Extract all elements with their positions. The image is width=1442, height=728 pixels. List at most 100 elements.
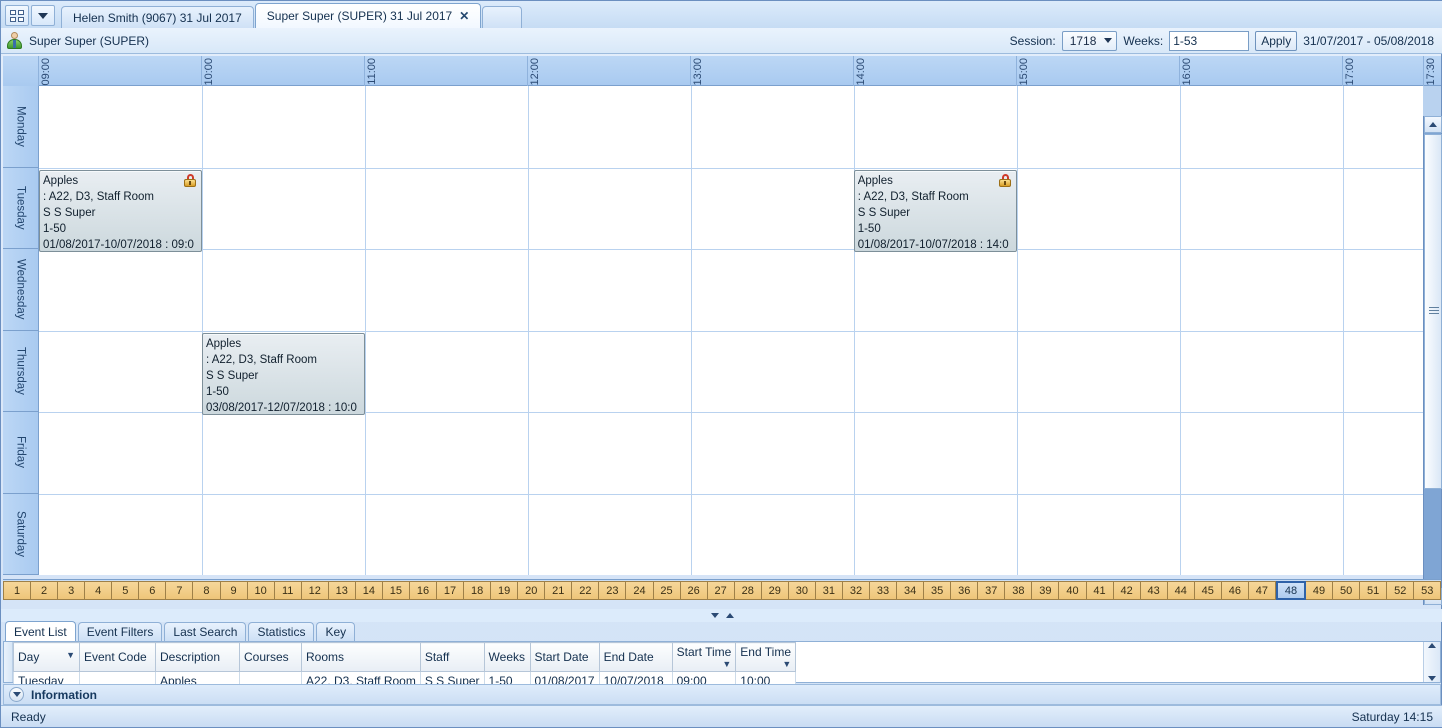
week-cell[interactable]: 19 xyxy=(491,581,518,600)
bottom-tab-event-list[interactable]: Event List xyxy=(5,621,76,641)
timetable-event[interactable]: Apples : A22, D3, Staff RoomS S Super1-5… xyxy=(202,333,365,415)
bottom-tab-last-search[interactable]: Last Search xyxy=(164,622,246,641)
scroll-up-button[interactable] xyxy=(1424,116,1442,133)
week-cell[interactable]: 49 xyxy=(1306,581,1333,600)
close-icon[interactable]: ✕ xyxy=(459,9,469,23)
tab-list-dropdown-button[interactable] xyxy=(31,5,55,26)
week-cell[interactable]: 43 xyxy=(1141,581,1168,600)
column-header-end-time[interactable]: End Time▼ xyxy=(736,643,796,672)
week-cell[interactable]: 52 xyxy=(1387,581,1414,600)
week-cell[interactable]: 34 xyxy=(897,581,924,600)
week-cell[interactable]: 23 xyxy=(599,581,626,600)
week-cell[interactable]: 46 xyxy=(1222,581,1249,600)
week-cell[interactable]: 17 xyxy=(437,581,464,600)
sort-descending-icon[interactable]: ▼ xyxy=(66,650,75,660)
day-header-friday[interactable]: Friday xyxy=(3,412,38,494)
sort-descending-icon[interactable]: ▼ xyxy=(782,659,791,669)
week-cell[interactable]: 9 xyxy=(221,581,248,600)
week-cell[interactable]: 1 xyxy=(3,581,31,600)
column-header-staff[interactable]: Staff xyxy=(420,643,484,672)
triangle-up-icon[interactable] xyxy=(1428,643,1436,648)
week-cell[interactable]: 4 xyxy=(85,581,112,600)
week-cell[interactable]: 21 xyxy=(545,581,572,600)
week-cell[interactable]: 5 xyxy=(112,581,139,600)
collapse-down-icon[interactable] xyxy=(711,613,719,618)
column-header-start-date[interactable]: Start Date xyxy=(530,643,599,672)
day-header-saturday[interactable]: Saturday xyxy=(3,494,38,576)
week-cell[interactable]: 31 xyxy=(816,581,843,600)
week-cell[interactable]: 24 xyxy=(626,581,653,600)
bottom-tab-statistics[interactable]: Statistics xyxy=(248,622,314,641)
week-cell[interactable]: 27 xyxy=(708,581,735,600)
week-cell[interactable]: 42 xyxy=(1114,581,1141,600)
column-header-courses[interactable]: Courses xyxy=(240,643,302,672)
sort-descending-icon[interactable]: ▼ xyxy=(722,659,731,669)
timetable-event[interactable]: Apples : A22, D3, Staff RoomS S Super1-5… xyxy=(854,170,1017,252)
timetable-vertical-scrollbar[interactable] xyxy=(1423,116,1441,605)
week-cell[interactable]: 7 xyxy=(166,581,193,600)
week-cell[interactable]: 11 xyxy=(275,581,302,600)
column-header-weeks[interactable]: Weeks xyxy=(484,643,530,672)
week-cell[interactable]: 35 xyxy=(924,581,951,600)
week-cell[interactable]: 2 xyxy=(31,581,58,600)
week-cell[interactable]: 50 xyxy=(1333,581,1360,600)
week-cell[interactable]: 38 xyxy=(1005,581,1032,600)
column-header-start-time[interactable]: Start Time▼ xyxy=(672,643,736,672)
week-cell[interactable]: 22 xyxy=(572,581,599,600)
apply-button[interactable]: Apply xyxy=(1255,31,1297,51)
collapse-toggle-button[interactable] xyxy=(9,687,24,702)
week-cell[interactable]: 51 xyxy=(1360,581,1387,600)
column-header-event-code[interactable]: Event Code xyxy=(80,643,156,672)
timetable-event[interactable]: Apples : A22, D3, Staff RoomS S Super1-5… xyxy=(39,170,202,252)
week-cell[interactable]: 3 xyxy=(58,581,85,600)
week-cell[interactable]: 32 xyxy=(843,581,870,600)
document-tab[interactable]: Super Super (SUPER) 31 Jul 2017✕ xyxy=(255,3,482,28)
expand-up-icon[interactable] xyxy=(726,613,734,618)
week-cell[interactable]: 41 xyxy=(1087,581,1114,600)
week-cell[interactable]: 28 xyxy=(735,581,762,600)
bottom-tab-event-filters[interactable]: Event Filters xyxy=(78,622,163,641)
week-cell[interactable]: 47 xyxy=(1249,581,1276,600)
week-cell[interactable]: 14 xyxy=(356,581,383,600)
day-header-wednesday[interactable]: Wednesday xyxy=(3,249,38,331)
week-cell[interactable]: 16 xyxy=(410,581,437,600)
document-tab[interactable]: Helen Smith (9067) 31 Jul 2017 xyxy=(61,6,254,28)
column-header-end-date[interactable]: End Date xyxy=(599,643,672,672)
scrollbar-thumb[interactable] xyxy=(1424,134,1442,489)
week-cell[interactable]: 37 xyxy=(978,581,1005,600)
week-cell[interactable]: 30 xyxy=(789,581,816,600)
week-cell[interactable]: 45 xyxy=(1195,581,1222,600)
week-cell[interactable]: 13 xyxy=(329,581,356,600)
week-cell[interactable]: 12 xyxy=(302,581,329,600)
week-cell[interactable]: 36 xyxy=(951,581,978,600)
week-cell[interactable]: 18 xyxy=(464,581,491,600)
day-header-thursday[interactable]: Thursday xyxy=(3,331,38,413)
day-header-tuesday[interactable]: Tuesday xyxy=(3,168,38,250)
table-vertical-scrollbar[interactable] xyxy=(1423,642,1440,682)
week-cell[interactable]: 26 xyxy=(681,581,708,600)
week-cell[interactable]: 53 xyxy=(1414,581,1441,600)
week-cell[interactable]: 25 xyxy=(654,581,681,600)
empty-tab-slot[interactable] xyxy=(482,6,522,28)
week-cell[interactable]: 39 xyxy=(1032,581,1059,600)
week-number-strip[interactable]: 1234567891011121314151617181920212223242… xyxy=(3,579,1441,600)
column-header-description[interactable]: Description xyxy=(156,643,240,672)
week-cell[interactable]: 6 xyxy=(139,581,166,600)
week-cell[interactable]: 29 xyxy=(762,581,789,600)
week-cell[interactable]: 10 xyxy=(248,581,275,600)
layout-grid-button[interactable] xyxy=(5,5,29,26)
week-cell[interactable]: 40 xyxy=(1059,581,1086,600)
week-cell[interactable]: 44 xyxy=(1168,581,1195,600)
bottom-tab-key[interactable]: Key xyxy=(316,622,355,641)
week-cell[interactable]: 20 xyxy=(518,581,545,600)
information-panel-header[interactable]: Information xyxy=(3,684,1441,705)
column-header-day[interactable]: Day▼ xyxy=(14,643,80,672)
week-cell[interactable]: 33 xyxy=(870,581,897,600)
week-cell[interactable]: 8 xyxy=(193,581,220,600)
triangle-down-icon[interactable] xyxy=(1428,676,1436,681)
column-header-rooms[interactable]: Rooms xyxy=(302,643,421,672)
week-cell[interactable]: 48 xyxy=(1276,581,1306,600)
timetable-grid[interactable]: Apples : A22, D3, Staff RoomS S Super1-5… xyxy=(38,86,1423,575)
session-select[interactable]: 1718 xyxy=(1062,31,1118,51)
weeks-input[interactable] xyxy=(1169,31,1249,51)
